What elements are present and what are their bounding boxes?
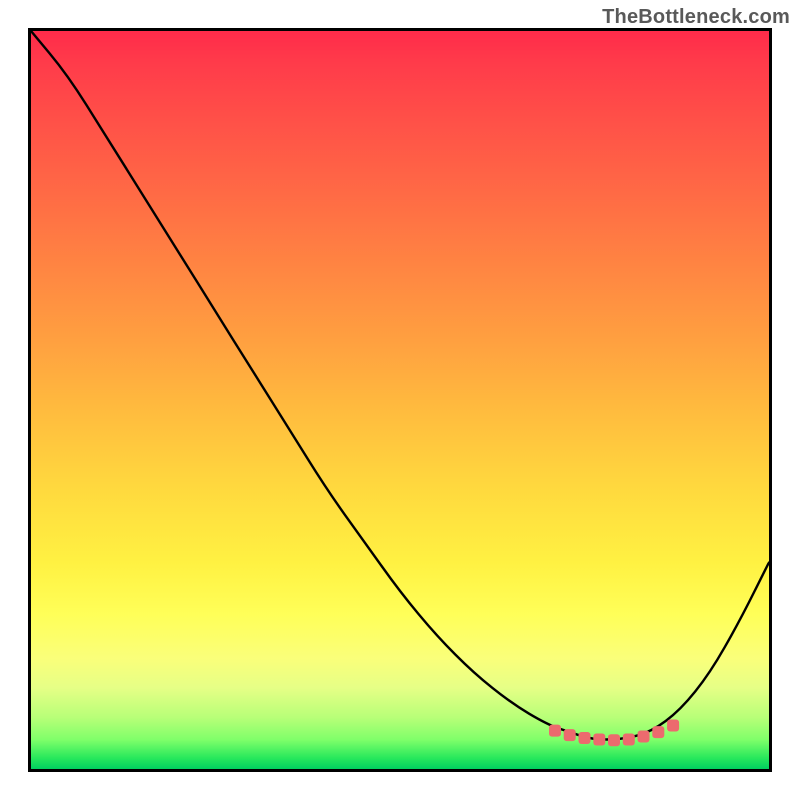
watermark-text: TheBottleneck.com	[602, 6, 790, 29]
chart-frame	[28, 28, 772, 772]
chart-background-gradient	[31, 31, 769, 769]
